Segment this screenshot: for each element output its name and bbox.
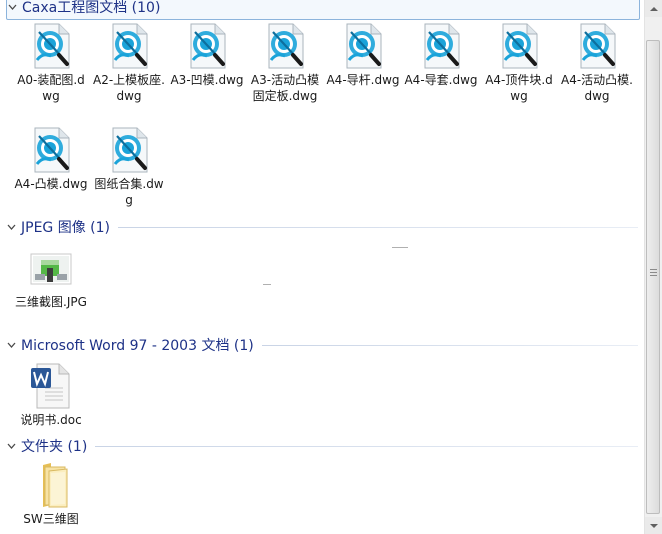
group-header-word[interactable]: Microsoft Word 97 - 2003 文档 (1) <box>6 334 638 356</box>
file-name: A0-装配图.dwg <box>17 73 85 103</box>
group-divider <box>261 344 638 346</box>
file-name: A4-导杆.dwg <box>326 73 400 87</box>
file-item[interactable]: A0-装配图.dwg <box>14 22 88 104</box>
file-name: A4-活动凸模.dwg <box>561 73 633 103</box>
caxa-dwg-icon <box>573 22 621 70</box>
file-name: 说明书.doc <box>20 413 82 427</box>
group-divider <box>95 445 638 447</box>
group-title: Caxa工程图文档 (10) <box>22 0 161 16</box>
render-artifact <box>263 284 271 285</box>
file-item[interactable]: 图纸合集.dwg <box>92 126 166 208</box>
folder-icon <box>27 461 75 509</box>
folder-name: SW三维图 <box>23 512 79 526</box>
caxa-dwg-icon <box>495 22 543 70</box>
folder-item[interactable]: SW三维图 <box>14 461 88 527</box>
file-item[interactable]: A4-导杆.dwg <box>326 22 400 88</box>
caxa-dwg-icon <box>417 22 465 70</box>
file-item[interactable]: A3-活动凸模固定板.dwg <box>248 22 322 104</box>
thumb-grip <box>650 272 657 273</box>
caxa-dwg-icon <box>105 22 153 70</box>
file-name: A4-凸模.dwg <box>14 177 88 191</box>
file-item[interactable]: A4-凸模.dwg <box>14 126 88 192</box>
file-item[interactable]: A3-凹模.dwg <box>170 22 244 88</box>
chevron-down-icon <box>6 441 16 451</box>
scroll-up-button[interactable] <box>645 0 662 17</box>
chevron-down-icon <box>6 340 16 350</box>
group-divider <box>118 226 638 228</box>
group-title: Microsoft Word 97 - 2003 文档 (1) <box>21 338 254 354</box>
file-name: A3-凹模.dwg <box>170 73 244 87</box>
group-header-caxa[interactable]: Caxa工程图文档 (10) <box>6 0 640 20</box>
vertical-scrollbar[interactable] <box>644 0 662 534</box>
caxa-dwg-icon <box>261 22 309 70</box>
scroll-down-button[interactable] <box>645 517 662 534</box>
chevron-up-icon <box>649 6 658 11</box>
file-name: 三维截图.JPG <box>15 295 87 309</box>
file-name: A4-导套.dwg <box>404 73 478 87</box>
render-artifact <box>392 247 408 248</box>
caxa-dwg-icon <box>27 22 75 70</box>
chevron-down-icon <box>6 222 16 232</box>
file-name: A3-活动凸模固定板.dwg <box>250 73 320 103</box>
caxa-dwg-icon <box>339 22 387 70</box>
file-item[interactable]: A4-活动凸模.dwg <box>560 22 634 104</box>
file-item[interactable]: A4-顶件块.dwg <box>482 22 556 104</box>
file-item[interactable]: 说明书.doc <box>14 362 88 428</box>
jpg-image-icon <box>27 244 75 292</box>
caxa-dwg-icon <box>183 22 231 70</box>
chevron-down-icon <box>649 523 658 528</box>
file-explorer-view: Caxa工程图文档 (10) A0-装配图.dwg A2-上模板座.dwg A3… <box>0 0 662 534</box>
file-name: A2-上模板座.dwg <box>93 73 165 103</box>
group-header-folder[interactable]: 文件夹 (1) <box>6 435 638 457</box>
group-title: JPEG 图像 (1) <box>21 220 110 236</box>
file-name: 图纸合集.dwg <box>94 177 164 207</box>
file-item[interactable]: 三维截图.JPG <box>14 244 88 310</box>
file-name: A4-顶件块.dwg <box>485 73 553 103</box>
group-title: 文件夹 (1) <box>21 439 88 455</box>
caxa-dwg-icon <box>105 126 153 174</box>
word-doc-icon <box>27 362 75 410</box>
group-header-jpeg[interactable]: JPEG 图像 (1) <box>6 216 638 238</box>
caxa-dwg-icon <box>27 126 75 174</box>
content-pane: Caxa工程图文档 (10) A0-装配图.dwg A2-上模板座.dwg A3… <box>0 0 645 534</box>
file-item[interactable]: A2-上模板座.dwg <box>92 22 166 104</box>
thumb-grip <box>650 269 657 270</box>
thumb-grip <box>650 275 657 276</box>
chevron-down-icon <box>7 2 17 12</box>
file-item[interactable]: A4-导套.dwg <box>404 22 478 88</box>
scroll-thumb[interactable] <box>646 40 660 514</box>
